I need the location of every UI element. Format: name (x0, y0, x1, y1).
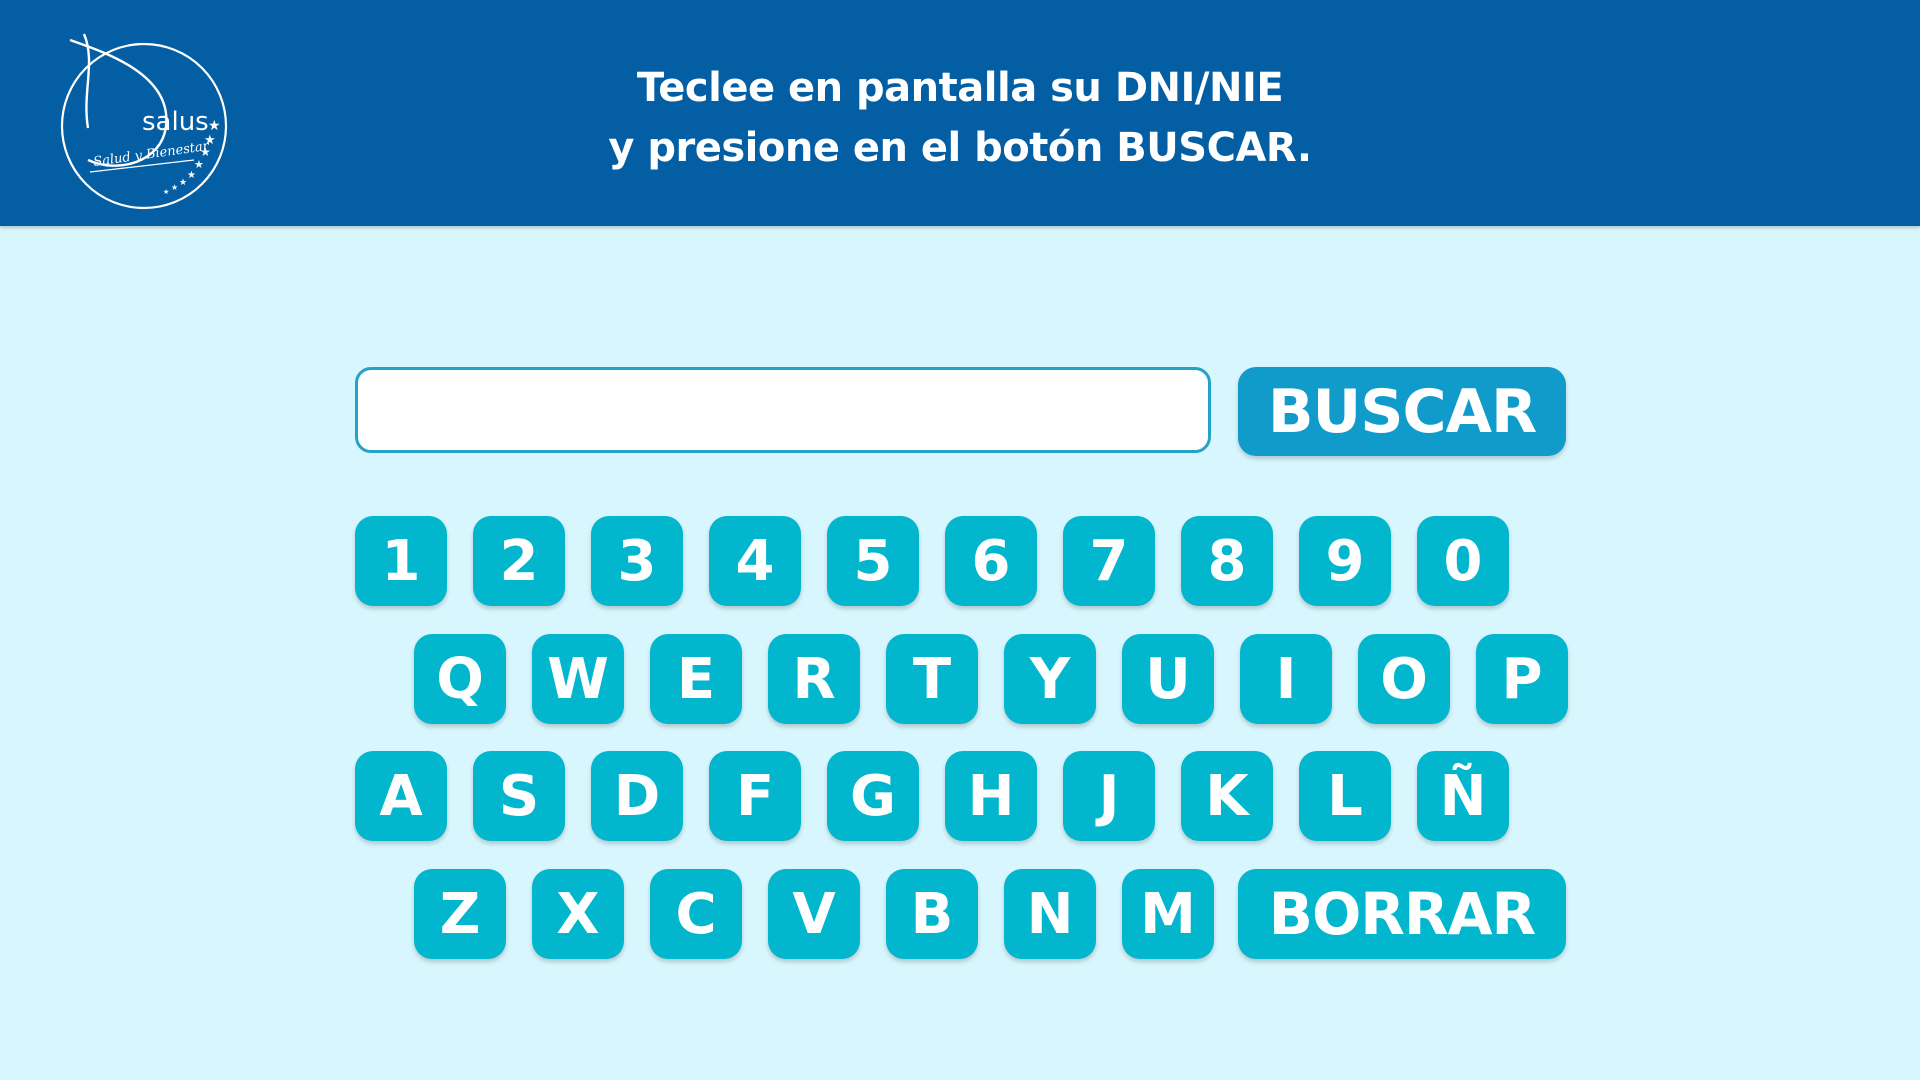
key-a[interactable]: A (355, 751, 447, 841)
keyboard-row-zxcv: Z X C V B N M BORRAR (414, 869, 1566, 959)
key-n[interactable]: N (1004, 869, 1096, 959)
key-d[interactable]: D (591, 751, 683, 841)
key-p[interactable]: P (1476, 634, 1568, 724)
key-f[interactable]: F (709, 751, 801, 841)
key-o[interactable]: O (1358, 634, 1450, 724)
key-3[interactable]: 3 (591, 516, 683, 606)
svg-text:★: ★ (171, 183, 178, 192)
svg-text:★: ★ (163, 188, 169, 196)
key-j[interactable]: J (1063, 751, 1155, 841)
keyboard-row-asdf: A S D F G H J K L Ñ (355, 751, 1509, 841)
key-l[interactable]: L (1299, 751, 1391, 841)
key-v[interactable]: V (768, 869, 860, 959)
key-9[interactable]: 9 (1299, 516, 1391, 606)
key-z[interactable]: Z (414, 869, 506, 959)
instruction-title: Teclee en pantalla su DNI/NIE y presione… (0, 58, 1920, 178)
key-i[interactable]: I (1240, 634, 1332, 724)
key-2[interactable]: 2 (473, 516, 565, 606)
key-8[interactable]: 8 (1181, 516, 1273, 606)
keyboard-row-numbers: 1 2 3 4 5 6 7 8 9 0 (355, 516, 1509, 606)
key-k[interactable]: K (1181, 751, 1273, 841)
key-6[interactable]: 6 (945, 516, 1037, 606)
key-4[interactable]: 4 (709, 516, 801, 606)
key-y[interactable]: Y (1004, 634, 1096, 724)
key-q[interactable]: Q (414, 634, 506, 724)
header-bar: salus Salud y Bienestar ★ ★ ★ ★ ★ ★ ★ ★ … (0, 0, 1920, 226)
keyboard-row-qwerty: Q W E R T Y U I O P (414, 634, 1568, 724)
instruction-line-2: y presione en el botón BUSCAR. (608, 125, 1312, 171)
key-t[interactable]: T (886, 634, 978, 724)
key-h[interactable]: H (945, 751, 1037, 841)
key-s[interactable]: S (473, 751, 565, 841)
key-r[interactable]: R (768, 634, 860, 724)
key-x[interactable]: X (532, 869, 624, 959)
dni-input[interactable] (355, 367, 1211, 453)
key-u[interactable]: U (1122, 634, 1214, 724)
delete-button[interactable]: BORRAR (1238, 869, 1566, 959)
key-e[interactable]: E (650, 634, 742, 724)
key-0[interactable]: 0 (1417, 516, 1509, 606)
key-1[interactable]: 1 (355, 516, 447, 606)
instruction-line-1: Teclee en pantalla su DNI/NIE (636, 65, 1284, 111)
key-7[interactable]: 7 (1063, 516, 1155, 606)
key-m[interactable]: M (1122, 869, 1214, 959)
key-g[interactable]: G (827, 751, 919, 841)
key-w[interactable]: W (532, 634, 624, 724)
key-enye[interactable]: Ñ (1417, 751, 1509, 841)
svg-text:★: ★ (179, 178, 187, 188)
search-button[interactable]: BUSCAR (1238, 367, 1566, 456)
key-b[interactable]: B (886, 869, 978, 959)
key-c[interactable]: C (650, 869, 742, 959)
key-5[interactable]: 5 (827, 516, 919, 606)
